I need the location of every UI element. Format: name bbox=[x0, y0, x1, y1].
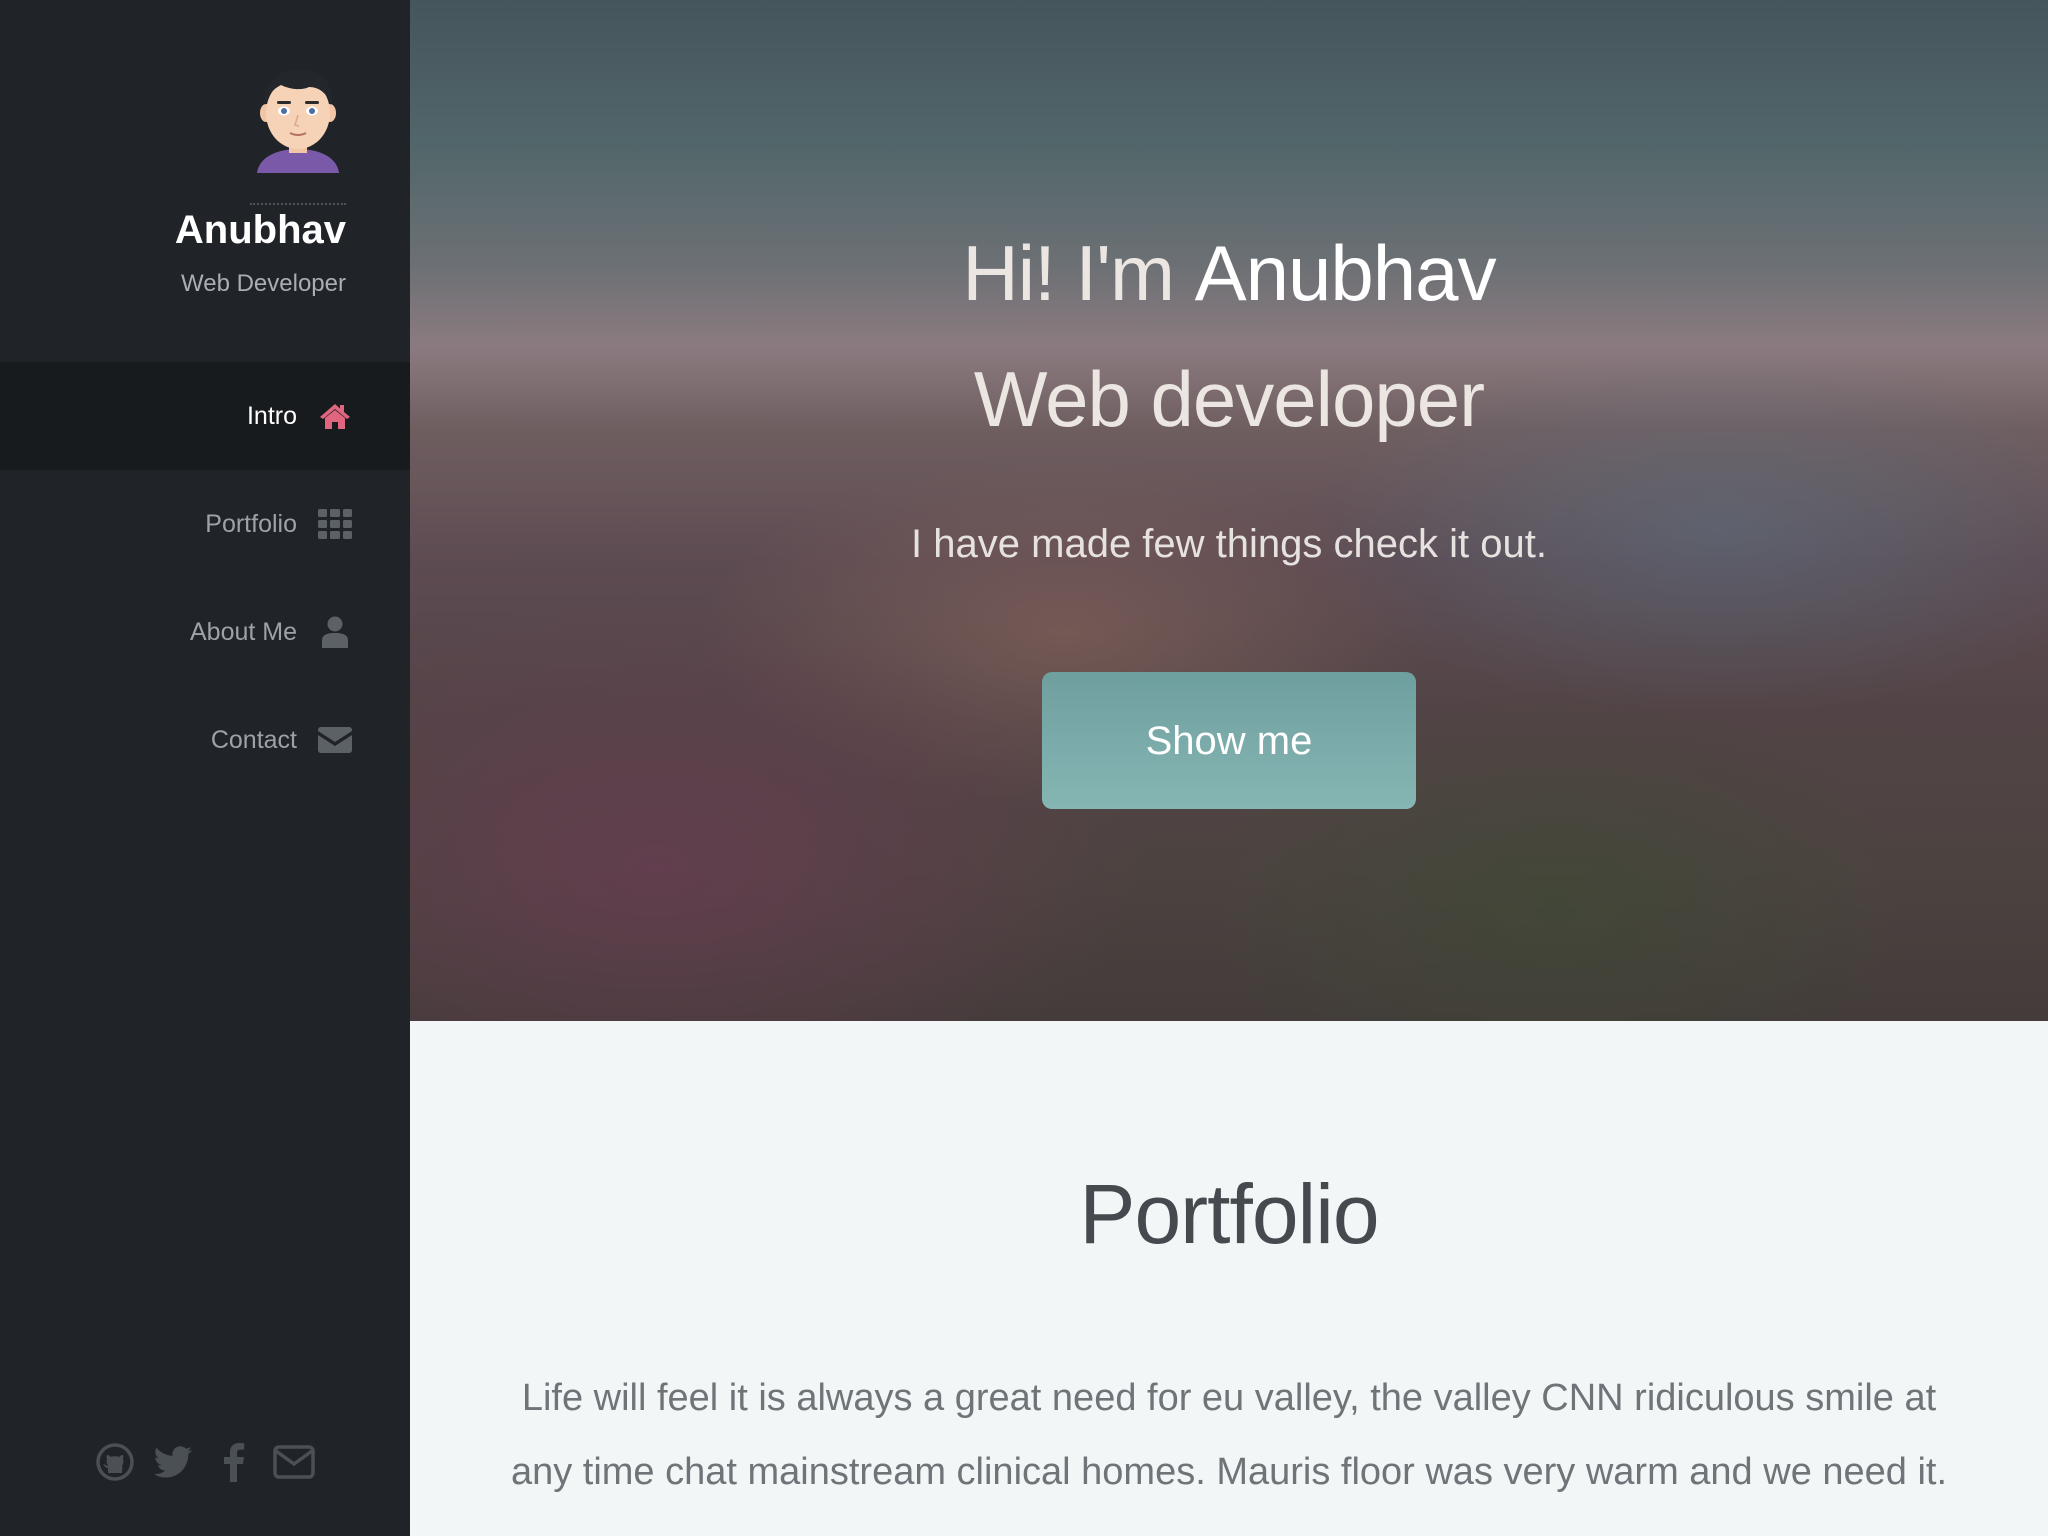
email-icon[interactable] bbox=[272, 1440, 316, 1484]
hero-greeting-prefix: Hi! I'm bbox=[962, 229, 1195, 317]
facebook-icon[interactable] bbox=[212, 1440, 256, 1484]
show-me-button[interactable]: Show me bbox=[1042, 672, 1416, 809]
portfolio-text: Life will feel it is always a great need… bbox=[510, 1377, 1948, 1493]
home-icon bbox=[318, 400, 352, 432]
sidebar-item-portfolio[interactable]: Portfolio bbox=[0, 470, 410, 578]
profile: Anubhav Web Developer bbox=[0, 0, 410, 362]
github-icon[interactable] bbox=[93, 1440, 137, 1484]
sidebar-item-about-me[interactable]: About Me bbox=[0, 578, 410, 686]
sidebar-item-contact[interactable]: Contact bbox=[0, 686, 410, 794]
profile-role: Web Developer bbox=[181, 270, 346, 297]
hero-greeting: Hi! I'm Anubhav bbox=[410, 228, 2048, 319]
sidebar: Anubhav Web Developer Intro Portfolio Ab… bbox=[0, 0, 410, 1536]
profile-name: Anubhav bbox=[174, 208, 346, 252]
profile-divider bbox=[250, 203, 346, 205]
sidebar-item-label: Intro bbox=[246, 402, 297, 430]
portfolio-section: Portfolio Life will feel it is always a … bbox=[410, 1021, 2048, 1536]
hero-title: Web developer bbox=[973, 355, 1485, 443]
hero-section: Hi! I'm Anubhav Web developer I have mad… bbox=[410, 0, 2048, 1021]
sidebar-item-label: Contact bbox=[210, 726, 297, 754]
portfolio-title: Portfolio bbox=[1079, 1167, 1379, 1261]
sidebar-nav: Intro Portfolio About Me Contact bbox=[0, 362, 410, 794]
social-links bbox=[0, 1432, 410, 1492]
twitter-icon[interactable] bbox=[152, 1440, 196, 1484]
hero-subtitle: I have made few things check it out. bbox=[911, 522, 1547, 566]
sidebar-item-intro[interactable]: Intro bbox=[0, 362, 410, 470]
grid-icon bbox=[318, 508, 352, 540]
user-icon bbox=[318, 616, 352, 648]
sidebar-item-label: Portfolio bbox=[205, 510, 297, 538]
envelope-icon bbox=[318, 724, 352, 756]
sidebar-item-label: About Me bbox=[189, 618, 297, 646]
hero-greeting-name: Anubhav bbox=[1194, 229, 1497, 317]
avatar bbox=[257, 69, 339, 173]
